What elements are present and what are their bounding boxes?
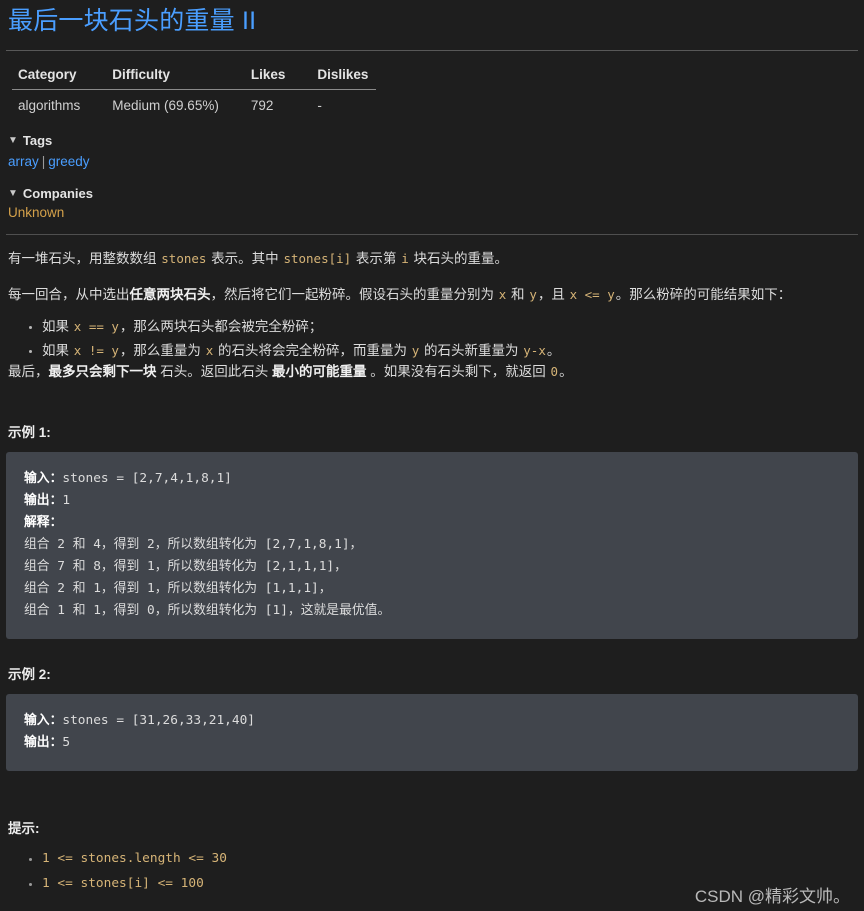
tag-link-greedy[interactable]: greedy: [48, 154, 89, 169]
desc-text: 。: [546, 342, 561, 358]
desc-text: 块石头的重量。: [409, 251, 508, 267]
example-2-input-value: stones = [31,26,33,21,40]: [62, 713, 256, 729]
watermark: CSDN @精彩文帅。: [694, 887, 850, 906]
desc-text: 如果: [42, 319, 73, 335]
tag-link-array[interactable]: array: [8, 154, 39, 169]
inline-code: y: [529, 287, 537, 303]
inline-code: stones[i]: [283, 251, 352, 267]
desc-text: ，那么两块石头都会被完全粉碎；: [119, 319, 323, 335]
example-2-output-label: 输出：: [24, 735, 63, 751]
desc-text: 表示。其中: [207, 251, 283, 267]
companies-section-header[interactable]: ▼ Companies: [8, 186, 858, 201]
list-item: 如果 x != y，那么重量为 x 的石头将会完全粉碎，而重量为 y 的石头新重…: [42, 339, 858, 363]
inline-code: y: [411, 342, 420, 358]
hints-label: 提示:: [8, 821, 40, 837]
example-1-explain-line: 组合 2 和 4，得到 2，所以数组转化为 [2,7,1,8,1]，: [24, 537, 363, 553]
problem-meta-table: Category Difficulty Likes Dislikes algor…: [12, 63, 377, 120]
inline-code: x != y: [73, 342, 119, 358]
example-1-explain-line: 组合 1 和 1，得到 0，所以数组转化为 [1]，这就是最优值。: [24, 603, 391, 619]
inline-code: x: [205, 342, 214, 358]
description-paragraph-2: 每一回合，从中选出任意两块石头，然后将它们一起粉碎。假设石头的重量分别为 x 和…: [8, 285, 858, 306]
cell-difficulty: Medium (69.65%): [112, 98, 219, 113]
list-item: 1 <= stones.length <= 30: [42, 847, 858, 872]
example-1-input-value: stones = [2,7,4,1,8,1]: [62, 471, 232, 487]
desc-text: 有一堆石头，用整数数组: [8, 251, 161, 267]
tag-separator: |: [41, 154, 46, 169]
column-header-difficulty: Difficulty: [106, 63, 245, 90]
table-header-row: Category Difficulty Likes Dislikes: [12, 63, 377, 90]
inline-code: x == y: [73, 319, 119, 335]
description-bullet-list: 如果 x == y，那么两块石头都会被完全粉碎； 如果 x != y，那么重量为…: [6, 315, 858, 362]
desc-text: 最后，: [8, 364, 49, 380]
inline-code: y-x: [523, 342, 546, 358]
desc-bold: 最多只会剩下一块: [48, 364, 157, 380]
caret-down-icon: ▼: [8, 187, 18, 199]
desc-text: ，那么重量为: [119, 342, 205, 358]
problem-page: 最后一块石头的重量 II Category Difficulty Likes D…: [0, 6, 864, 897]
desc-text: 的石头新重量为: [420, 342, 523, 358]
page-title: 最后一块石头的重量 II: [8, 7, 257, 35]
desc-text: 和: [507, 287, 529, 303]
column-header-likes: Likes: [244, 63, 312, 90]
cell-dislikes: -: [317, 98, 322, 113]
example-1-explain-line: 组合 7 和 8，得到 1，所以数组转化为 [2,1,1,1]，: [24, 559, 347, 575]
example-2-input-label: 输入：: [24, 713, 63, 729]
cell-category: algorithms: [18, 98, 81, 113]
content-divider: [6, 234, 858, 236]
desc-text: 石头。返回此石头: [156, 364, 273, 380]
desc-text: 。那么粉碎的可能结果如下：: [615, 287, 792, 303]
companies-value: Unknown: [8, 205, 65, 221]
inline-code: stones: [161, 251, 207, 267]
companies-heading-label: Companies: [22, 186, 93, 202]
example-1-output-label: 输出：: [24, 493, 63, 509]
example-1-input-label: 输入：: [24, 471, 63, 487]
caret-down-icon: ▼: [8, 134, 18, 146]
inline-code: x: [498, 287, 507, 303]
example-2-output-value: 5: [62, 735, 71, 751]
example-1-explain-label: 解释：: [24, 515, 63, 531]
example-2-code-block: 输入：stones = [31,26,33,21,40] 输出：5: [6, 694, 858, 772]
table-row: algorithms Medium (69.65%) 792 -: [12, 90, 376, 120]
example-1-label: 示例 1:: [8, 425, 51, 441]
desc-text: ，且: [537, 287, 569, 303]
column-header-category: Category: [12, 63, 107, 90]
column-header-dislikes: Dislikes: [311, 63, 377, 90]
title-divider: [6, 50, 858, 51]
example-2-label: 示例 2:: [8, 667, 51, 683]
example-1-output-value: 1: [62, 493, 71, 509]
desc-bold: 任意两块石头: [129, 287, 211, 303]
example-1-code-block: 输入：stones = [2,7,4,1,8,1] 输出：1 解释： 组合 2 …: [6, 452, 858, 640]
inline-code: x <= y: [569, 287, 615, 303]
description-paragraph-1: 有一堆石头，用整数数组 stones 表示。其中 stones[i] 表示第 i…: [8, 249, 858, 270]
desc-text: 如果: [42, 342, 73, 358]
desc-text: 每一回合，从中选出: [8, 287, 130, 303]
cell-likes: 792: [250, 98, 274, 113]
example-1-explain-line: 组合 2 和 1，得到 1，所以数组转化为 [1,1,1]，: [24, 581, 332, 597]
desc-text: 。如果没有石头剩下，就返回: [366, 364, 550, 380]
desc-text: 的石头将会完全粉碎，而重量为: [214, 342, 411, 358]
tags-heading-label: Tags: [22, 133, 53, 148]
desc-text: 表示第: [352, 251, 401, 267]
inline-code: i: [401, 251, 409, 267]
tags-section-header[interactable]: ▼ Tags: [8, 133, 858, 148]
desc-bold: 最小的可能重量: [272, 364, 367, 380]
description-paragraph-3: 最后，最多只会剩下一块 石头。返回此石头 最小的可能重量 。如果没有石头剩下，就…: [8, 362, 858, 383]
list-item: 如果 x == y，那么两块石头都会被完全粉碎；: [42, 315, 858, 339]
tag-list: array | greedy: [8, 152, 858, 172]
desc-text: ，然后将它们一起粉碎。假设石头的重量分别为: [210, 287, 498, 303]
desc-text: 。: [559, 364, 573, 380]
inline-code: 0: [550, 364, 559, 380]
